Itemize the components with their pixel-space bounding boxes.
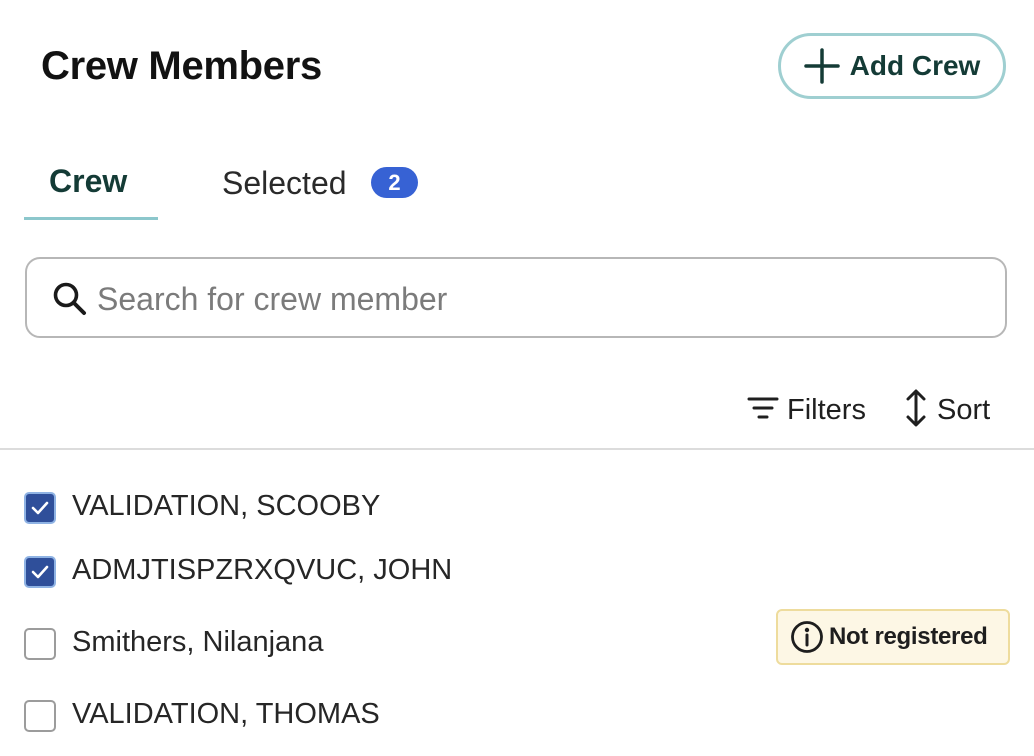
filters-label: Filters bbox=[787, 393, 866, 426]
not-registered-badge: Not registered bbox=[776, 609, 1010, 665]
sort-arrows-icon bbox=[903, 388, 929, 433]
search-icon bbox=[52, 281, 88, 317]
row-checkbox[interactable] bbox=[24, 628, 56, 660]
tab-selected[interactable]: Selected 2 bbox=[222, 150, 432, 220]
crew-name: VALIDATION, THOMAS bbox=[72, 698, 380, 730]
crew-members-panel: Crew Members Add Crew Crew Selected 2 Se… bbox=[0, 0, 1034, 756]
list-item: ADMJTISPZRXQVUC, JOHN bbox=[24, 554, 1014, 594]
tab-crew[interactable]: Crew bbox=[24, 150, 158, 220]
list-item: VALIDATION, SCOOBY bbox=[24, 490, 1014, 530]
plus-icon bbox=[803, 48, 840, 84]
crew-name: ADMJTISPZRXQVUC, JOHN bbox=[72, 554, 453, 586]
row-checkbox[interactable] bbox=[24, 492, 56, 524]
tab-selected-label: Selected bbox=[222, 165, 347, 201]
add-crew-button[interactable]: Add Crew bbox=[778, 33, 1006, 99]
sort-label: Sort bbox=[937, 393, 991, 426]
checkmark-icon bbox=[31, 565, 49, 579]
row-checkbox[interactable] bbox=[24, 556, 56, 588]
filter-icon bbox=[747, 394, 779, 427]
sort-button[interactable]: Sort bbox=[903, 388, 1003, 432]
list-item: Smithers, Nilanjana Not registered bbox=[24, 609, 1014, 666]
crew-name: Smithers, Nilanjana bbox=[72, 626, 324, 658]
add-crew-label: Add Crew bbox=[849, 50, 981, 81]
filters-button[interactable]: Filters bbox=[747, 388, 872, 432]
list-item: VALIDATION, THOMAS bbox=[24, 698, 1014, 738]
not-registered-label: Not registered bbox=[829, 623, 988, 650]
divider bbox=[0, 448, 1034, 450]
selected-count-badge: 2 bbox=[371, 167, 418, 198]
checkmark-icon bbox=[31, 501, 49, 515]
tab-crew-label: Crew bbox=[49, 163, 128, 199]
page-title: Crew Members bbox=[41, 44, 322, 88]
info-icon bbox=[790, 620, 824, 654]
search-input[interactable] bbox=[95, 271, 979, 327]
crew-name: VALIDATION, SCOOBY bbox=[72, 490, 381, 522]
row-checkbox[interactable] bbox=[24, 700, 56, 732]
search-box bbox=[25, 257, 1007, 338]
